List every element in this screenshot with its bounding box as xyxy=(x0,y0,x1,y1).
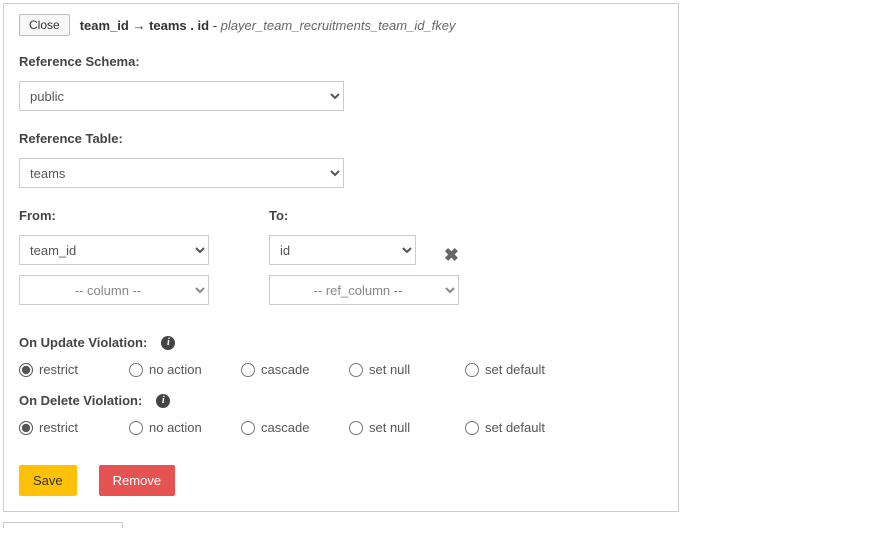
radio-label: set default xyxy=(485,362,545,377)
radio-input[interactable] xyxy=(241,363,255,377)
fk-from-col: team_id xyxy=(80,18,129,33)
radio-input[interactable] xyxy=(19,421,33,435)
collapsed-panel-stub xyxy=(3,522,123,528)
on-update-option-cascade[interactable]: cascade xyxy=(241,362,349,377)
radio-input[interactable] xyxy=(465,363,479,377)
fk-editor-panel: Close team_id → teams . id - player_team… xyxy=(3,3,679,512)
radio-input[interactable] xyxy=(241,421,255,435)
action-buttons: Save Remove xyxy=(19,465,663,496)
on-update-options: restrict no action cascade set null set defa… xyxy=(19,362,663,377)
column-mapping: From: team_id -- column -- To: id ✖ -- r… xyxy=(19,208,663,315)
fk-title: team_id → teams . id - player_team_recru… xyxy=(80,18,456,33)
to-column-add-select[interactable]: -- ref_column -- xyxy=(269,275,459,305)
radio-input[interactable] xyxy=(349,363,363,377)
from-column-add-select[interactable]: -- column -- xyxy=(19,275,209,305)
on-delete-section: On Delete Violation: i restrict no action… xyxy=(19,393,663,435)
on-update-option-set_null[interactable]: set null xyxy=(349,362,465,377)
close-button[interactable]: Close xyxy=(19,14,70,36)
on-delete-option-cascade[interactable]: cascade xyxy=(241,420,349,435)
radio-input[interactable] xyxy=(129,363,143,377)
reference-schema-label: Reference Schema: xyxy=(19,54,663,69)
info-icon[interactable]: i xyxy=(156,394,170,408)
radio-label: restrict xyxy=(39,362,78,377)
remove-mapping-icon[interactable]: ✖ xyxy=(444,246,459,264)
on-delete-option-set_null[interactable]: set null xyxy=(349,420,465,435)
to-label: To: xyxy=(269,208,459,223)
remove-button[interactable]: Remove xyxy=(99,465,175,496)
from-column-select[interactable]: team_id xyxy=(19,235,209,265)
reference-table-label: Reference Table: xyxy=(19,131,663,146)
radio-label: cascade xyxy=(261,362,309,377)
reference-table-select[interactable]: teams xyxy=(19,158,344,188)
from-column-group: From: team_id -- column -- xyxy=(19,208,209,315)
on-update-option-no_action[interactable]: no action xyxy=(129,362,241,377)
radio-input[interactable] xyxy=(349,421,363,435)
panel-header: Close team_id → teams . id - player_team… xyxy=(19,14,663,36)
reference-schema-select[interactable]: public xyxy=(19,81,344,111)
reference-schema-group: Reference Schema: public xyxy=(19,54,663,111)
radio-input[interactable] xyxy=(465,421,479,435)
radio-label: set null xyxy=(369,420,410,435)
radio-input[interactable] xyxy=(19,363,33,377)
on-update-section: On Update Violation: i restrict no action… xyxy=(19,335,663,377)
fk-to-col: id xyxy=(198,18,210,33)
radio-input[interactable] xyxy=(129,421,143,435)
info-icon[interactable]: i xyxy=(161,336,175,350)
to-column-select[interactable]: id xyxy=(269,235,416,265)
reference-table-group: Reference Table: teams xyxy=(19,131,663,188)
on-update-option-set_default[interactable]: set default xyxy=(465,362,585,377)
radio-label: cascade xyxy=(261,420,309,435)
save-button[interactable]: Save xyxy=(19,465,77,496)
fk-constraint-name: player_team_recruitments_team_id_fkey xyxy=(221,18,456,33)
on-delete-options: restrict no action cascade set null set defa… xyxy=(19,420,663,435)
radio-label: restrict xyxy=(39,420,78,435)
on-update-option-restrict[interactable]: restrict xyxy=(19,362,129,377)
on-delete-label: On Delete Violation: xyxy=(19,393,142,408)
to-column-group: To: id ✖ -- ref_column -- xyxy=(269,208,459,315)
radio-label: set null xyxy=(369,362,410,377)
radio-label: set default xyxy=(485,420,545,435)
on-delete-option-restrict[interactable]: restrict xyxy=(19,420,129,435)
on-delete-option-no_action[interactable]: no action xyxy=(129,420,241,435)
radio-label: no action xyxy=(149,420,202,435)
fk-to-table: teams xyxy=(149,18,187,33)
from-label: From: xyxy=(19,208,209,223)
on-delete-option-set_default[interactable]: set default xyxy=(465,420,585,435)
on-update-label: On Update Violation: xyxy=(19,335,147,350)
radio-label: no action xyxy=(149,362,202,377)
